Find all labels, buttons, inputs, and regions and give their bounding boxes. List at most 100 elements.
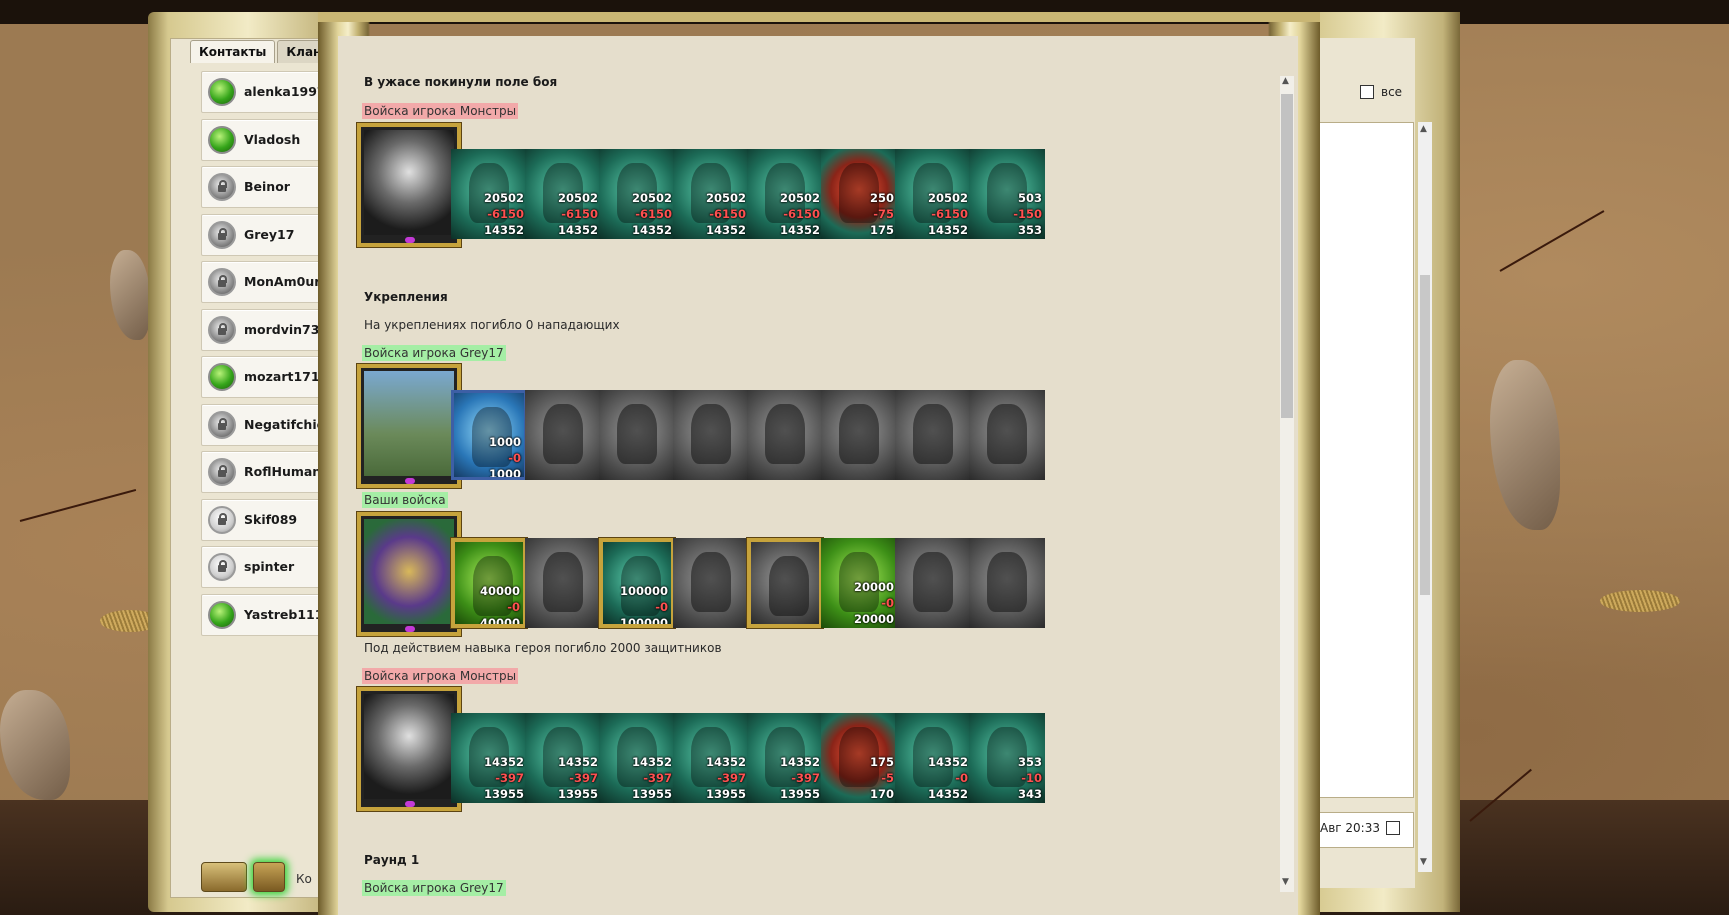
time-checkbox[interactable] (1386, 821, 1400, 835)
chat-scrollbar-thumb[interactable] (1420, 275, 1430, 595)
unit-slot[interactable]: 14352 -397 13955 (599, 713, 675, 803)
unit-slot[interactable] (895, 538, 971, 628)
contact-item[interactable]: spinter (201, 546, 331, 588)
unit-count: 14352 (557, 755, 598, 769)
unit-remaining: 14352 (483, 223, 524, 237)
unit-slot[interactable]: 100000 -0 100000 (598, 537, 676, 629)
contact-item[interactable]: mozart171 (201, 356, 331, 398)
unit-losses: -6150 (561, 207, 598, 221)
unit-slot[interactable]: 20502 -6150 14352 (525, 149, 601, 239)
unit-slot[interactable]: 250 -75 175 (821, 149, 897, 239)
hero-portrait[interactable] (356, 122, 462, 248)
contact-item[interactable]: Beinor (201, 166, 331, 208)
unit-losses: -397 (643, 771, 672, 785)
unit-slot[interactable]: 353 -10 343 (969, 713, 1045, 803)
hero-portrait[interactable] (356, 686, 462, 812)
unit-count: 175 (869, 755, 894, 769)
unit-slot[interactable] (969, 538, 1045, 628)
combat-log-scrollbar-thumb[interactable] (1281, 94, 1293, 418)
contact-name: Skif089 (244, 511, 298, 527)
contact-item[interactable]: alenka1997 (201, 71, 331, 113)
unit-count: 14352 (927, 755, 968, 769)
unit-slot[interactable] (673, 390, 749, 480)
unit-slot[interactable]: 40000 -0 40000 (450, 537, 528, 629)
unit-remaining: 40000 (479, 616, 520, 628)
log-scroll-up-icon[interactable]: ▲ (1282, 76, 1289, 86)
contact-item[interactable]: Grey17 (201, 213, 331, 256)
chat-scroll-down-icon[interactable]: ▼ (1420, 857, 1427, 867)
unit-remaining: 13955 (483, 787, 524, 801)
unit-slot[interactable]: 14352 -397 13955 (525, 713, 601, 803)
contact-item[interactable]: Skif089 (201, 498, 331, 541)
ally-army-tag[interactable]: Войска игрока Grey17 (362, 880, 506, 896)
unit-remaining: 170 (869, 787, 894, 801)
online-status-icon (208, 125, 236, 154)
contact-item[interactable]: mordvin73 (201, 308, 331, 351)
ally-army-tag[interactable]: Войска игрока Grey17 (362, 345, 506, 361)
tab-contacts[interactable]: Контакты (190, 40, 276, 63)
chat-messages-area[interactable] (1318, 122, 1414, 798)
unit-slot[interactable]: 503 -150 353 (969, 149, 1045, 239)
creature-icon (617, 404, 657, 464)
unit-slot[interactable]: 20502 -6150 14352 (895, 149, 971, 239)
gem-icon (405, 801, 415, 807)
unit-slot[interactable] (746, 537, 824, 629)
enemy-army-tag[interactable]: Войска игрока Монстры (362, 668, 519, 684)
enemy-army-tag[interactable]: Войска игрока Монстры (362, 103, 519, 119)
contact-item[interactable]: MonAm0urK (201, 261, 331, 303)
unit-count: 14352 (483, 755, 524, 769)
unit-count: 40000 (479, 584, 520, 598)
unit-slot[interactable]: 20000 -0 20000 (821, 538, 897, 628)
unit-slot[interactable] (673, 538, 749, 628)
contact-item[interactable]: RoflHuman (201, 451, 331, 493)
unit-losses: -5 (881, 771, 894, 785)
unit-slot[interactable] (599, 390, 675, 480)
offline-lock-icon (208, 505, 236, 534)
creature-icon (839, 404, 879, 464)
hero-portrait[interactable] (356, 511, 462, 637)
demon-hero-icon (364, 130, 454, 235)
unit-slot[interactable]: 14352 -397 13955 (451, 713, 527, 803)
log-scroll-down-icon[interactable]: ▼ (1282, 877, 1289, 887)
contact-item[interactable]: Yastreb111 (201, 593, 331, 636)
unit-count: 14352 (779, 755, 820, 769)
unit-losses: -6150 (783, 207, 820, 221)
all-checkbox[interactable] (1360, 85, 1374, 99)
unit-slot[interactable]: 20502 -6150 14352 (451, 149, 527, 239)
unit-slot[interactable]: 175 -5 170 (821, 713, 897, 803)
contact-item[interactable]: Vladosh (201, 118, 331, 161)
unit-slot[interactable]: 1000 -0 1000 (451, 390, 527, 480)
offline-lock-icon (208, 173, 236, 201)
your-army-tag[interactable]: Ваши войска (362, 492, 448, 508)
unit-losses: -397 (569, 771, 598, 785)
unit-slot[interactable] (969, 390, 1045, 480)
unit-slot[interactable] (525, 390, 601, 480)
unit-slot[interactable]: 20502 -6150 14352 (599, 149, 675, 239)
unit-remaining: 353 (1017, 223, 1042, 237)
unit-slot[interactable] (821, 390, 897, 480)
unit-remaining: 14352 (927, 787, 968, 801)
unit-slot[interactable]: 14352 -397 13955 (673, 713, 749, 803)
woman-hero-icon (364, 371, 454, 476)
offline-lock-icon (208, 458, 236, 486)
contact-name: RoflHuman (244, 464, 322, 479)
unit-slot[interactable]: 20502 -6150 14352 (673, 149, 749, 239)
unit-losses: -6150 (635, 207, 672, 221)
unit-remaining: 13955 (705, 787, 746, 801)
chat-scroll-up-icon[interactable]: ▲ (1420, 124, 1427, 134)
unit-slot[interactable]: 14352 -397 13955 (747, 713, 823, 803)
unit-slot[interactable] (747, 390, 823, 480)
creature-icon (913, 552, 953, 612)
friends-icon[interactable] (201, 862, 247, 892)
hero-portrait[interactable] (356, 363, 462, 489)
unit-slot[interactable]: 14352 -0 14352 (895, 713, 971, 803)
chest-icon[interactable] (253, 862, 285, 892)
unit-slot[interactable] (895, 390, 971, 480)
unit-remaining: 14352 (557, 223, 598, 237)
fled-title: В ужасе покинули поле боя (364, 75, 558, 89)
unit-losses: -0 (508, 451, 521, 465)
contact-item[interactable]: Negatifchick (201, 403, 332, 446)
unit-slot[interactable] (525, 538, 601, 628)
unit-slot[interactable]: 20502 -6150 14352 (747, 149, 823, 239)
ground-crack (1499, 210, 1605, 272)
